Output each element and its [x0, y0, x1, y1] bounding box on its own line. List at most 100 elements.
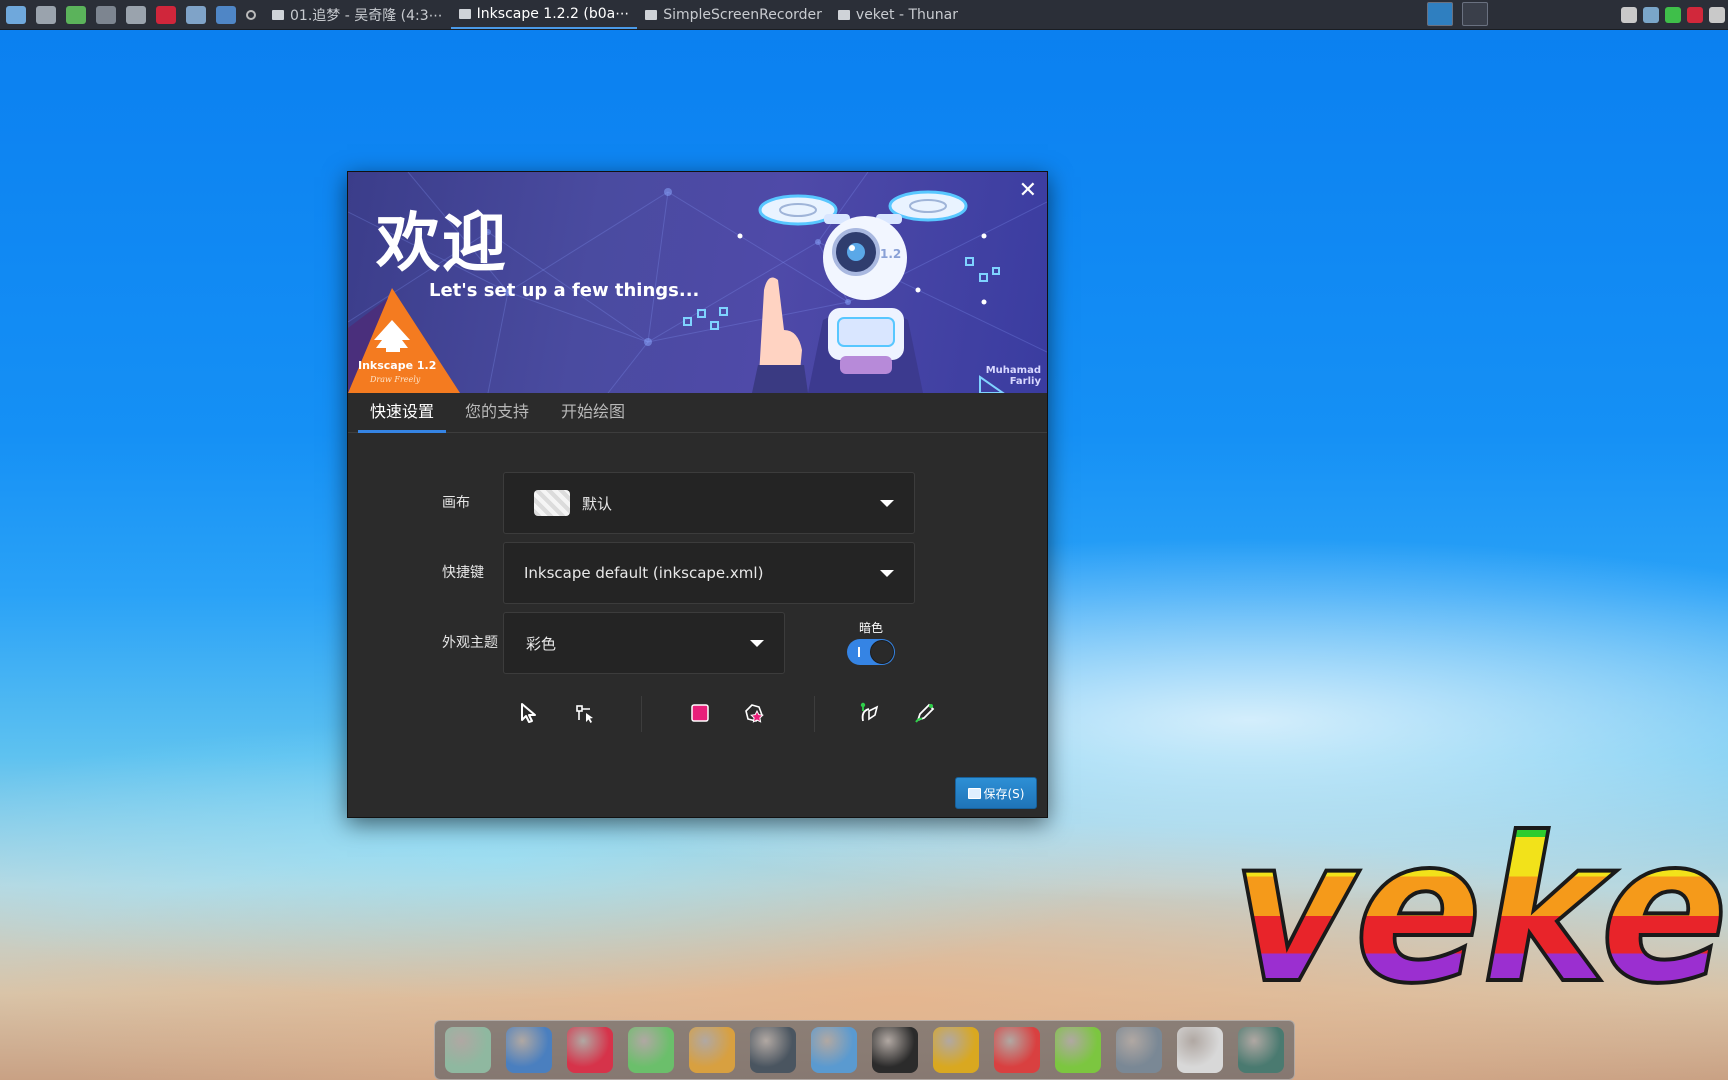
- node-tool-icon[interactable]: [568, 696, 602, 730]
- svg-text:1.2: 1.2: [880, 247, 901, 261]
- taskbar-item[interactable]: SimpleScreenRecorder: [637, 1, 830, 29]
- logo-subtitle: Draw Freely: [370, 375, 421, 384]
- tool-separator: [641, 696, 642, 732]
- settings-gear-icon[interactable]: [32, 2, 60, 28]
- rectangle-icon[interactable]: [683, 696, 717, 730]
- clipboard-icon[interactable]: [1621, 7, 1637, 23]
- artist-credit: Muhamad Farliy: [986, 365, 1041, 387]
- window-icon: [458, 8, 471, 19]
- taskbar-item-label: 01.追梦 - 吴奇隆 (4:3⋯: [290, 7, 443, 24]
- help-icon[interactable]: [1055, 1027, 1101, 1073]
- chevron-down-icon: [750, 640, 764, 647]
- dark-mode-label: 暗色: [859, 621, 884, 635]
- tab-support[interactable]: 您的支持: [453, 393, 541, 433]
- workspace-1[interactable]: [1427, 2, 1453, 26]
- play-icon[interactable]: [62, 2, 90, 28]
- terminal-icon[interactable]: [92, 2, 120, 28]
- toggle-on-mark: [858, 647, 860, 657]
- theme-select[interactable]: 彩色: [503, 612, 785, 674]
- penguin-icon[interactable]: [872, 1027, 918, 1073]
- workspace-2[interactable]: [1462, 2, 1488, 26]
- shortcuts-label: 快捷键: [442, 565, 484, 581]
- drive-icon[interactable]: [1116, 1027, 1162, 1073]
- drone-robot-illustration: 1.2: [752, 190, 968, 393]
- taskbar-item-label: Inkscape 1.2.2 (b0a⋯: [476, 5, 630, 22]
- settings-gear-icon-glyph: [36, 5, 56, 24]
- toggle-knob: [870, 640, 894, 664]
- chevron-down-icon: [880, 500, 894, 507]
- screenshot-icon[interactable]: [122, 2, 150, 28]
- chevron-down-icon: [880, 570, 894, 577]
- window-icon: [837, 9, 850, 20]
- canvas-select[interactable]: 默认: [503, 472, 915, 534]
- computer-icon[interactable]: [506, 1027, 552, 1073]
- canvas-value: 默认: [582, 494, 613, 513]
- file-manager-icon[interactable]: [445, 1027, 491, 1073]
- veke-desktop-logo: veke: [1232, 800, 1728, 990]
- star-icon[interactable]: [739, 696, 773, 730]
- veke-logo-text: veke: [1232, 800, 1728, 990]
- inkscape-welcome-dialog: 1.2 欢迎 Let's set up a few things... Inks…: [347, 171, 1048, 818]
- taskbar-item[interactable]: Inkscape 1.2.2 (b0a⋯: [450, 1, 638, 29]
- theme-value: 彩色: [526, 634, 557, 653]
- pen-icon[interactable]: [852, 696, 886, 730]
- welcome-banner: 1.2 欢迎 Let's set up a few things... Inks…: [348, 172, 1047, 393]
- network-icon[interactable]: [1643, 7, 1659, 23]
- book-icon[interactable]: [933, 1027, 979, 1073]
- tab-bar: 快速设置 您的支持 开始绘图: [348, 393, 1047, 433]
- taskbar-item[interactable]: 01.追梦 - 吴奇隆 (4:3⋯: [264, 1, 451, 29]
- chart-icon[interactable]: [994, 1027, 1040, 1073]
- taskbar-item-label: SimpleScreenRecorder: [663, 6, 822, 23]
- shortcuts-value: Inkscape default (inkscape.xml): [524, 564, 764, 582]
- logo-text: Inkscape 1.2: [358, 359, 437, 372]
- play-icon-glyph: [66, 5, 86, 24]
- power-icon[interactable]: [750, 1027, 796, 1073]
- theme-label: 外观主题: [442, 635, 498, 651]
- taskbar-item[interactable]: veket - Thunar: [830, 1, 966, 29]
- window-icon: [272, 9, 284, 20]
- artist-first-name: Muhamad: [985, 365, 1041, 376]
- keyboard-icon[interactable]: [1709, 7, 1725, 23]
- terminal-icon-glyph: [96, 5, 116, 24]
- red-mascot-icon[interactable]: [567, 1027, 613, 1073]
- artist-last-name: Farliy: [1009, 376, 1041, 387]
- app-icon-glyph: [186, 5, 206, 24]
- canvas-swatch-icon: [534, 490, 570, 516]
- taskbar-item-label: veket - Thunar: [855, 6, 958, 23]
- system-tray: [1618, 0, 1728, 30]
- save-button[interactable]: 保存(S): [955, 777, 1037, 809]
- tab-start-drawing[interactable]: 开始绘图: [549, 393, 637, 433]
- screenshot-icon-glyph: [126, 5, 146, 24]
- record-icon[interactable]: [1687, 7, 1703, 23]
- tool-separator: [814, 696, 815, 732]
- task-list: 01.追梦 - 吴奇隆 (4:3⋯ Inkscape 1.2.2 (b0a⋯ Sim…: [264, 1, 966, 29]
- launcher-bar: [0, 2, 240, 28]
- shortcuts-select[interactable]: Inkscape default (inkscape.xml): [503, 542, 915, 604]
- welcome-title: 欢迎: [376, 207, 508, 281]
- pencil-icon[interactable]: [908, 696, 942, 730]
- brightness-icon[interactable]: [1177, 1027, 1223, 1073]
- heart-app-icon-glyph: [156, 5, 176, 24]
- separator-circle-icon: [246, 9, 256, 20]
- editor-icon[interactable]: [628, 1027, 674, 1073]
- close-button[interactable]: ✕: [1019, 178, 1037, 203]
- welcome-tagline: Let's set up a few things...: [429, 280, 700, 301]
- browser-icon-glyph: [216, 5, 236, 24]
- system-monitor-icon[interactable]: [2, 2, 30, 28]
- globe-icon[interactable]: [1238, 1027, 1284, 1073]
- save-icon: [967, 787, 981, 799]
- system-monitor-icon-glyph: [6, 5, 26, 24]
- bottom-dock: [434, 1020, 1295, 1080]
- battery-icon[interactable]: [1665, 7, 1681, 23]
- heart-app-icon[interactable]: [152, 2, 180, 28]
- window-icon: [645, 9, 658, 20]
- tab-quick-setup[interactable]: 快速设置: [358, 393, 447, 433]
- top-panel: 01.追梦 - 吴奇隆 (4:3⋯ Inkscape 1.2.2 (b0a⋯ Sim…: [0, 0, 1728, 30]
- selector-icon[interactable]: [512, 696, 546, 730]
- browser-icon[interactable]: [212, 2, 240, 28]
- save-label: 保存(S): [983, 786, 1025, 801]
- dark-mode-toggle[interactable]: [847, 639, 895, 665]
- users-icon[interactable]: [811, 1027, 857, 1073]
- paint-palette-icon[interactable]: [689, 1027, 735, 1073]
- app-icon[interactable]: [182, 2, 210, 28]
